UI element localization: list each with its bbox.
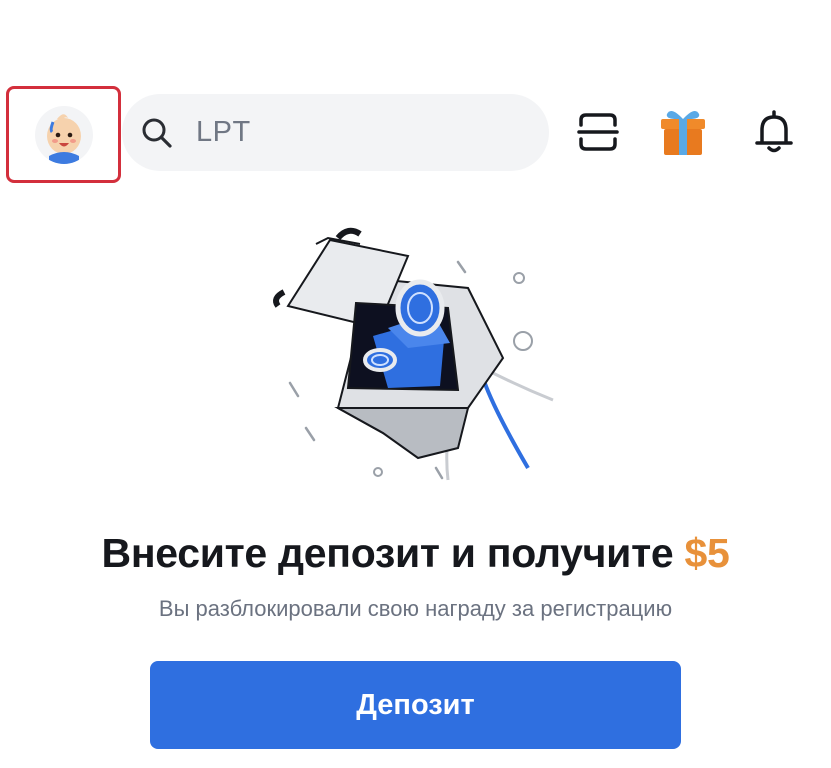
baby-avatar-icon xyxy=(46,113,81,164)
deposit-button[interactable]: Депозит xyxy=(150,661,681,749)
search-icon xyxy=(140,116,174,150)
promo-headline-text: Внесите депозит и получите xyxy=(101,530,674,576)
deposit-reward-screen: LPT Внесите депозит и получите $5 Вы раз… xyxy=(0,0,831,768)
search-input[interactable]: LPT xyxy=(122,94,549,171)
gift-icon xyxy=(661,110,705,155)
bell-icon xyxy=(755,110,793,153)
gift-box-coins-illustration xyxy=(268,218,568,493)
promo-subtitle: Вы разблокировали свою награду за регист… xyxy=(158,596,673,621)
scan-button[interactable] xyxy=(572,104,624,160)
promo-amount: $5 xyxy=(684,530,730,576)
notifications-button[interactable] xyxy=(748,104,800,160)
scan-icon xyxy=(577,113,619,151)
search-value: LPT xyxy=(196,116,251,148)
promo-headline: Внесите депозит и получите $5 xyxy=(0,530,831,577)
gift-button[interactable] xyxy=(657,104,709,160)
avatar xyxy=(34,105,93,164)
profile-avatar-button[interactable] xyxy=(6,86,121,183)
